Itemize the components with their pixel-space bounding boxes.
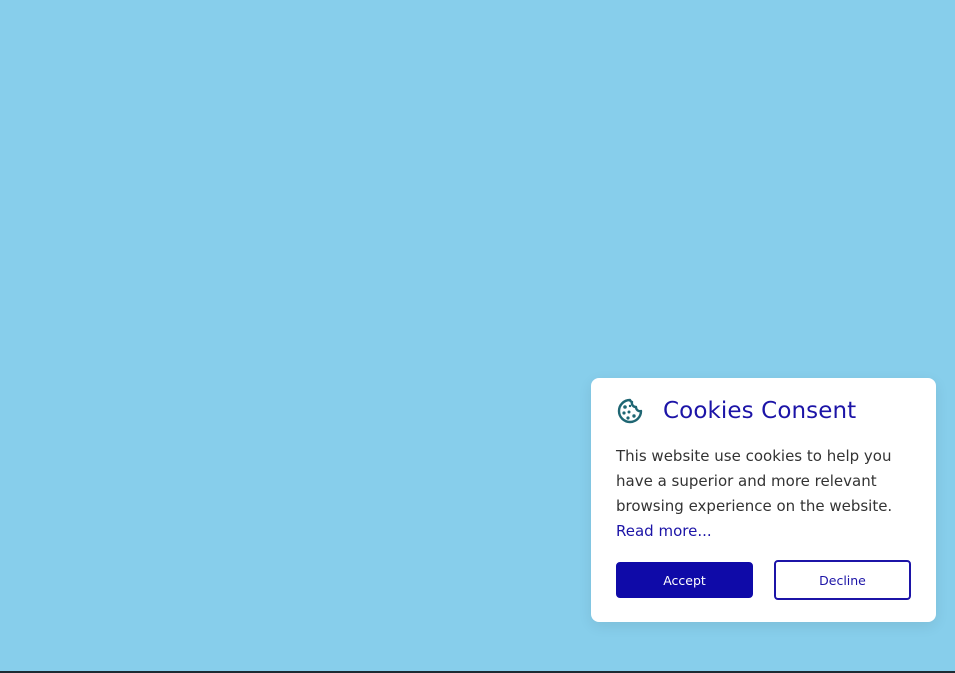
cookie-consent-title: Cookies Consent — [663, 398, 857, 424]
decline-button[interactable]: Decline — [774, 560, 911, 600]
cookie-card-header: Cookies Consent — [616, 396, 856, 426]
cookie-icon — [616, 397, 644, 425]
read-more-link[interactable]: Read more... — [616, 522, 712, 540]
cookie-consent-text: This website use cookies to help you hav… — [616, 447, 893, 515]
cookie-consent-card: Cookies Consent This website use cookies… — [591, 378, 936, 622]
cookie-consent-message: This website use cookies to help you hav… — [616, 444, 916, 544]
accept-button[interactable]: Accept — [616, 562, 753, 598]
